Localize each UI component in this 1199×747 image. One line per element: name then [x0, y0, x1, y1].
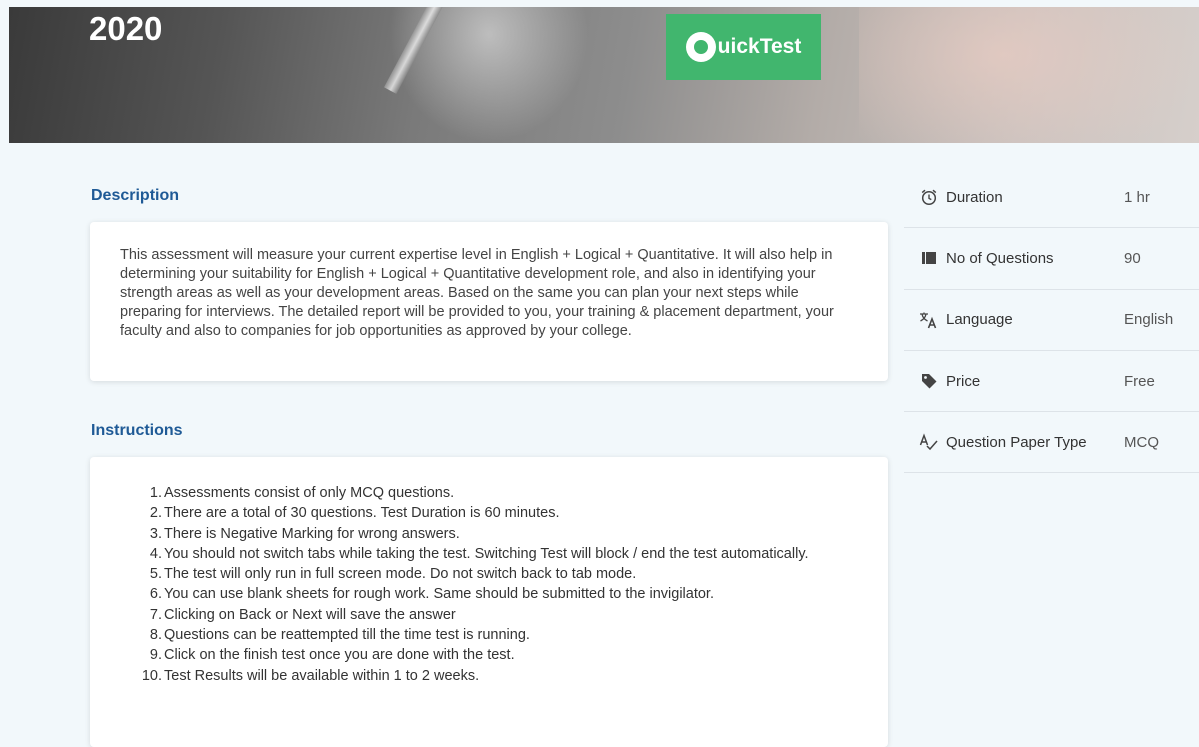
meta-value-paper-type: MCQ	[1124, 433, 1159, 451]
list-icon	[918, 249, 940, 267]
test-details-panel: Duration 1 hr No of Questions 90 Languag…	[904, 167, 1199, 474]
meta-value-language: English	[1124, 311, 1174, 329]
meta-label-duration: Duration	[946, 188, 1003, 206]
meta-label-questions: No of Questions	[946, 249, 1054, 267]
meta-row-questions: No of Questions 90	[904, 228, 1199, 290]
meta-value-price: Free	[1124, 372, 1155, 390]
meta-label-language: Language	[946, 311, 1013, 329]
alarm-clock-icon	[918, 188, 940, 206]
list-item: 2. There are a total of 30 questions. Tes…	[149, 505, 560, 522]
meta-value-duration: 1 hr	[1124, 188, 1150, 206]
hero-year: 2020	[89, 10, 163, 47]
meta-row-duration: Duration 1 hr	[904, 167, 1199, 229]
logo-q-icon	[685, 32, 716, 62]
instructions-list: 1. Assessments consist of only MCQ questi…	[90, 483, 858, 686]
list-item: 3. There is Negative Marking for wrong an…	[149, 525, 460, 542]
meta-row-language: Language English	[904, 290, 1199, 351]
meta-row-price: Price Free	[904, 351, 1199, 413]
instructions-title: Instructions	[91, 422, 183, 439]
translate-icon	[918, 311, 940, 329]
meta-label-price: Price	[946, 372, 981, 390]
list-item: 9. Click on the finish test once you are …	[149, 647, 515, 664]
price-tag-icon	[918, 372, 940, 390]
list-item: 7. Clicking on Back or Next will save the…	[149, 606, 456, 623]
description-card: This assessment will measure your curren…	[90, 222, 888, 381]
quicktest-logo: uickTest	[666, 14, 821, 80]
meta-row-paper-type: Question Paper Type MCQ	[904, 412, 1199, 474]
list-item: 4. You should not switch tabs while takin…	[149, 545, 809, 562]
meta-label-paper-type: Question Paper Type	[946, 433, 1087, 451]
list-item: 5. The test will only run in full screen …	[149, 566, 637, 583]
spellcheck-icon	[918, 433, 940, 451]
list-item: 10. Test Results will be available within…	[141, 667, 480, 684]
description-title: Description	[91, 187, 180, 204]
description-text: This assessment will measure your curren…	[120, 247, 834, 339]
hero-banner	[9, 7, 1199, 143]
list-item: 1. Assessments consist of only MCQ questi…	[149, 485, 455, 501]
list-item: 8. Questions can be reattempted till the …	[149, 627, 530, 644]
meta-value-questions: 90	[1124, 249, 1141, 267]
list-item: 6. You can use blank sheets for rough wor…	[149, 586, 714, 603]
instructions-card: 1. Assessments consist of only MCQ questi…	[90, 457, 888, 747]
logo-text: uickTest	[717, 35, 802, 58]
